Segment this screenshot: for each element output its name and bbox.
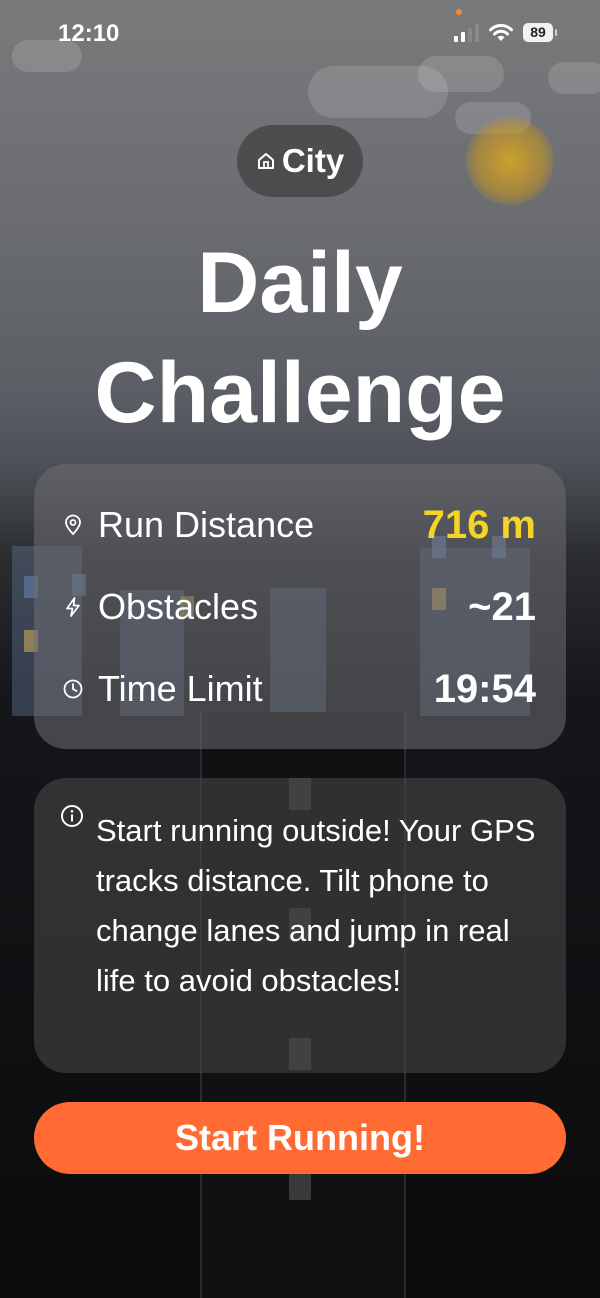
privacy-indicator: [456, 9, 462, 15]
home-icon: [257, 153, 274, 169]
page-title: Daily Challenge: [0, 228, 600, 448]
stat-value: 19:54: [433, 666, 536, 711]
cellular-signal-icon: [454, 24, 480, 42]
instructions-text: Start running outside! Your GPS tracks d…: [96, 813, 536, 998]
info-icon: [61, 805, 83, 827]
stat-label: Time Limit: [98, 668, 263, 709]
challenge-stats-card: Run Distance 716 m Obstacles ~21 Time Li…: [34, 464, 566, 749]
stat-label: Obstacles: [98, 586, 259, 627]
sun: [466, 117, 554, 205]
stat-value: ~21: [468, 584, 536, 629]
game-screen: 12:10 89 City Daily Challenge Run Distan…: [0, 0, 600, 1298]
wifi-icon: [489, 24, 513, 41]
start-running-button[interactable]: Start Running!: [34, 1102, 566, 1174]
instructions-card: Start running outside! Your GPS tracks d…: [34, 778, 566, 1073]
stat-time-limit: Time Limit 19:54: [62, 659, 536, 719]
status-bar: 12:10 89: [0, 0, 600, 70]
clock-icon: [63, 679, 83, 699]
status-time: 12:10: [58, 20, 120, 47]
lightning-icon: [66, 597, 80, 617]
stat-label: Run Distance: [98, 504, 315, 545]
battery-indicator: 89: [523, 23, 557, 42]
title-line-1: Daily: [197, 235, 403, 331]
stat-obstacles: Obstacles ~21: [62, 577, 536, 637]
stat-value: 716 m: [422, 502, 536, 547]
theme-label: City: [281, 142, 345, 179]
theme-badge[interactable]: City: [237, 125, 363, 197]
title-line-2: Challenge: [94, 345, 506, 441]
stat-run-distance: Run Distance 716 m: [62, 495, 536, 555]
map-pin-icon: [65, 514, 81, 536]
